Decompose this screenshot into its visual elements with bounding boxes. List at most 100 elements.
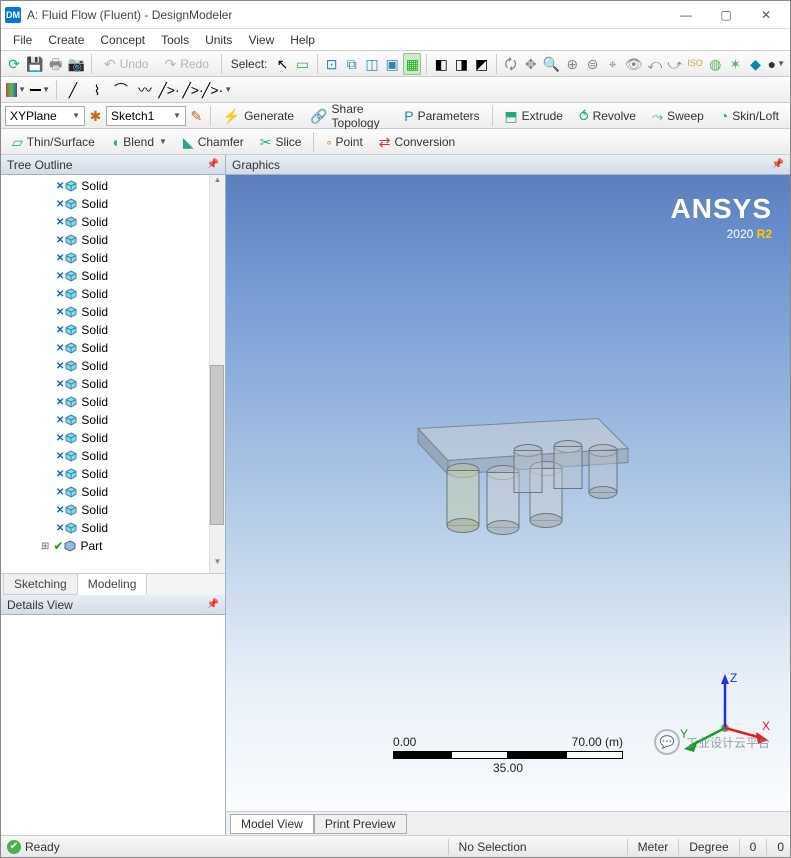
- blend-button[interactable]: ◖Blend▼: [104, 131, 174, 153]
- select-box-icon[interactable]: ▭: [294, 53, 312, 75]
- refresh-icon[interactable]: ⟳: [5, 53, 23, 75]
- generate-button[interactable]: ⚡Generate: [216, 105, 301, 127]
- minimize-button[interactable]: —: [666, 1, 706, 29]
- menu-units[interactable]: Units: [197, 31, 240, 49]
- pin-icon[interactable]: 📌: [207, 159, 219, 170]
- pan-icon[interactable]: ✥: [522, 53, 540, 75]
- tree-item-solid[interactable]: ✕Solid: [1, 393, 225, 411]
- maximize-button[interactable]: ▢: [706, 1, 746, 29]
- dim3-tool-icon[interactable]: ╱>·▼: [206, 79, 228, 101]
- tree-outline[interactable]: ✕Solid✕Solid✕Solid✕Solid✕Solid✕Solid✕Sol…: [1, 175, 225, 573]
- zoom-fit-icon[interactable]: ⊜: [583, 53, 601, 75]
- menu-view[interactable]: View: [240, 31, 282, 49]
- new-plane-icon[interactable]: ✱: [87, 105, 104, 127]
- conversion-button[interactable]: ⇄Conversion: [372, 131, 462, 153]
- tree-item-solid[interactable]: ✕Solid: [1, 195, 225, 213]
- color-tool-icon[interactable]: ▼: [5, 79, 27, 101]
- tree-scrollbar[interactable]: ▲ ▼: [209, 175, 225, 573]
- spline-tool-icon[interactable]: 〰: [134, 79, 156, 101]
- tree-item-solid[interactable]: ✕Solid: [1, 465, 225, 483]
- tree-item-solid[interactable]: ✕Solid: [1, 357, 225, 375]
- tree-item-solid[interactable]: ✕Solid: [1, 213, 225, 231]
- filter-active-icon[interactable]: ▦: [403, 53, 421, 75]
- save-icon[interactable]: 💾: [25, 53, 44, 75]
- shade-icon[interactable]: ◍: [706, 53, 724, 75]
- solid-icon: [65, 306, 77, 318]
- line-color-icon[interactable]: ▼: [29, 79, 51, 101]
- tree-item-solid[interactable]: ✕Solid: [1, 285, 225, 303]
- camera-icon[interactable]: 📷: [67, 53, 86, 75]
- solid-icon: [65, 252, 77, 264]
- tree-item-solid[interactable]: ✕Solid: [1, 267, 225, 285]
- dim1-tool-icon[interactable]: ╱>·: [158, 79, 180, 101]
- zoom-icon[interactable]: ⊕: [563, 53, 581, 75]
- pin-icon[interactable]: 📌: [207, 599, 219, 610]
- select-pointer-icon[interactable]: ↖: [273, 53, 291, 75]
- zoom-box-icon[interactable]: 🔍: [542, 53, 561, 75]
- dim2-tool-icon[interactable]: ╱>·: [182, 79, 204, 101]
- menu-create[interactable]: Create: [40, 31, 92, 49]
- menu-tools[interactable]: Tools: [153, 31, 197, 49]
- tree-item-solid[interactable]: ✕Solid: [1, 447, 225, 465]
- tab-model-view[interactable]: Model View: [230, 814, 314, 834]
- tree-item-solid[interactable]: ✕Solid: [1, 411, 225, 429]
- skin-loft-button[interactable]: ◔Skin/Loft: [713, 105, 786, 127]
- parameters-button[interactable]: PParameters: [397, 105, 486, 127]
- zoom-sel-icon[interactable]: ⌖: [604, 53, 622, 75]
- next-view-icon[interactable]: ⤻: [666, 53, 684, 75]
- wire-icon[interactable]: ✶: [726, 53, 744, 75]
- lookat-icon[interactable]: 👁: [624, 53, 644, 75]
- graphics-viewport[interactable]: ANSYS 2020 R2: [226, 175, 790, 811]
- tree-item-part[interactable]: ⊞ ✔ Part: [1, 537, 225, 555]
- plane-combo[interactable]: XYPlane▼: [5, 106, 85, 126]
- sketch-combo[interactable]: Sketch1▼: [106, 106, 186, 126]
- extend-icon[interactable]: ◨: [452, 53, 470, 75]
- drag-icon[interactable]: ◧: [432, 53, 450, 75]
- tree-item-solid[interactable]: ✕Solid: [1, 519, 225, 537]
- export-icon[interactable]: 🖶: [47, 53, 65, 75]
- line-tool-icon[interactable]: ╱: [62, 79, 84, 101]
- arc-tool-icon[interactable]: ⌒: [110, 79, 132, 101]
- polyline-tool-icon[interactable]: ⌇: [86, 79, 108, 101]
- close-button[interactable]: ✕: [746, 1, 786, 29]
- new-sketch-icon[interactable]: ✎: [188, 105, 205, 127]
- pin-icon[interactable]: 📌: [772, 159, 784, 170]
- slice-button[interactable]: ✂Slice: [253, 131, 309, 153]
- point-button[interactable]: ◦Point: [319, 131, 369, 153]
- thin-surface-button[interactable]: ▱Thin/Surface: [5, 131, 102, 153]
- tree-item-solid[interactable]: ✕Solid: [1, 375, 225, 393]
- revolve-button[interactable]: ⥀Revolve: [572, 105, 643, 127]
- rotate-icon[interactable]: 🗘: [502, 53, 520, 75]
- tree-item-solid[interactable]: ✕Solid: [1, 303, 225, 321]
- highlight-icon[interactable]: ◩: [473, 53, 491, 75]
- tree-item-solid[interactable]: ✕Solid: [1, 321, 225, 339]
- filter-point-icon[interactable]: ⊡: [323, 53, 341, 75]
- show-icon[interactable]: ●▼: [767, 53, 786, 75]
- tab-modeling[interactable]: Modeling: [77, 573, 148, 595]
- tree-item-solid[interactable]: ✕Solid: [1, 501, 225, 519]
- redo-button[interactable]: ↷Redo: [157, 53, 215, 75]
- extrude-button[interactable]: ⬒Extrude: [497, 105, 570, 127]
- tab-print-preview[interactable]: Print Preview: [314, 814, 407, 834]
- chamfer-button[interactable]: ◣Chamfer: [176, 131, 251, 153]
- prev-view-icon[interactable]: ⤺: [646, 53, 664, 75]
- share-topology-button[interactable]: 🔗Share Topology: [303, 105, 395, 127]
- filter-edge-icon[interactable]: ⧉: [343, 53, 361, 75]
- tree-item-solid[interactable]: ✕Solid: [1, 177, 225, 195]
- sweep-button[interactable]: ⤳Sweep: [645, 105, 711, 127]
- scrollbar-thumb[interactable]: [210, 365, 224, 525]
- tab-sketching[interactable]: Sketching: [3, 573, 78, 595]
- tree-item-solid[interactable]: ✕Solid: [1, 483, 225, 501]
- menu-file[interactable]: File: [5, 31, 40, 49]
- tree-item-solid[interactable]: ✕Solid: [1, 339, 225, 357]
- filter-face-icon[interactable]: ◫: [363, 53, 381, 75]
- tree-item-solid[interactable]: ✕Solid: [1, 249, 225, 267]
- menu-concept[interactable]: Concept: [92, 31, 153, 49]
- undo-button[interactable]: ↶Undo: [97, 53, 155, 75]
- menu-help[interactable]: Help: [282, 31, 323, 49]
- tree-item-solid[interactable]: ✕Solid: [1, 429, 225, 447]
- ruler-icon[interactable]: ◆: [746, 53, 764, 75]
- filter-body-icon[interactable]: ▣: [383, 53, 401, 75]
- tree-item-solid[interactable]: ✕Solid: [1, 231, 225, 249]
- iso-icon[interactable]: ISO: [686, 53, 704, 75]
